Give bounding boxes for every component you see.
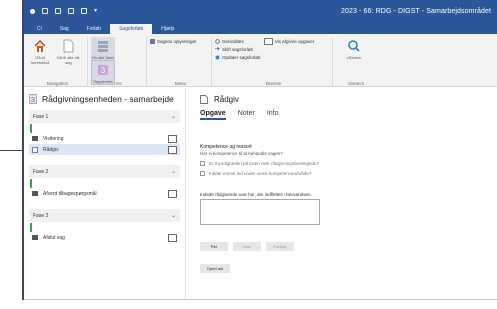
- opdater-button[interactable]: Opdater sagsforløb: [215, 53, 329, 61]
- tab-sag[interactable]: Sag: [51, 24, 78, 34]
- tab-cl[interactable]: Cl: [28, 24, 51, 34]
- document-icon: [64, 39, 74, 53]
- right-pane: Rådgiv Opgave Noter Info Kompetence og r…: [194, 88, 497, 299]
- task-raadgiv[interactable]: Rådgiv: [29, 144, 180, 155]
- chevron-down-icon: ⌄: [170, 114, 176, 120]
- list-icon[interactable]: [68, 8, 74, 14]
- instruction-text: Indsæt rådgivende svar her, der indflett…: [200, 192, 312, 197]
- chevron-down-icon: ⌄: [170, 169, 176, 175]
- screen: ▾ 2023 - 66: RDG - DIGST - Samarbejdsomr…: [0, 0, 497, 309]
- phase-accent: [30, 124, 32, 133]
- task-tabs: Opgave Noter Info: [194, 110, 497, 124]
- section-title: Kompetence og ressort: [200, 144, 252, 150]
- chevron-down-icon: ⌄: [170, 213, 176, 219]
- grid-icon[interactable]: [55, 8, 61, 14]
- ret-button[interactable]: Ret: [200, 242, 228, 251]
- group-csearch: cSearch cSearch: [336, 37, 376, 87]
- genindlaes-button[interactable]: Genindlæs Vis afgivne opgaver: [215, 37, 329, 45]
- tab-info[interactable]: Info: [267, 110, 279, 117]
- search-icon: [348, 40, 360, 52]
- answer-textarea[interactable]: [200, 199, 320, 225]
- task-afslut[interactable]: Afslut sag: [29, 232, 180, 243]
- phase-header[interactable]: Fase 1 ⌄: [29, 110, 180, 123]
- svg-text:3: 3: [31, 97, 35, 104]
- task-afvent[interactable]: Afvent tilbagespørgsmål: [29, 188, 180, 199]
- sagens-oplysninger-button[interactable]: Sagens oplysninger: [150, 37, 208, 45]
- group-navigation: Gå til forretsnivå Gå til alle ulf-sag N…: [28, 37, 88, 87]
- checkbox[interactable]: [200, 171, 205, 176]
- left-pane-header: 3 Rådgivningsenheden - samarbejde: [24, 88, 185, 110]
- process-icon: 3: [29, 94, 37, 104]
- refresh-icon: [215, 38, 220, 44]
- phase-2: Fase 2 ⌄ Afvent tilbagespørgsmål: [29, 165, 180, 199]
- phase-accent: [30, 223, 32, 232]
- task-checkbox[interactable]: [168, 134, 177, 143]
- tab-hjaelp[interactable]: Hjælp: [152, 24, 183, 34]
- checkbox-row-1[interactable]: Er myndigheden på listen over rådgivning…: [200, 161, 319, 166]
- quick-access-toolbar: ▾: [30, 8, 97, 14]
- vis-alle-button[interactable]: Vis alle faser: [91, 37, 115, 60]
- section-subtitle: Har vi kompetence til at behandle sagen?: [200, 151, 283, 156]
- task-icon: [32, 235, 38, 240]
- tab-forloeb[interactable]: Forløb: [78, 24, 110, 34]
- tab-noter[interactable]: Noter: [238, 110, 255, 117]
- left-pane: 3 Rådgivningsenheden - samarbejde Fase 1…: [24, 88, 186, 299]
- csearch-button[interactable]: cSearch: [336, 37, 372, 60]
- ribbon-tabs: Cl Sag Forløb Sagsforløb Hjælp: [24, 22, 497, 34]
- task-checkbox[interactable]: [168, 189, 177, 198]
- phase-header[interactable]: Fase 3 ⌄: [29, 209, 180, 222]
- switch-icon: [215, 46, 220, 51]
- checkbox-row-2[interactable]: Falder emnet ind under vores kompetenceo…: [200, 171, 311, 176]
- home-button[interactable]: Gå til forretsnivå: [28, 37, 52, 65]
- info-grid-icon: [150, 38, 155, 44]
- title-bar: ▾ 2023 - 66: RDG - DIGST - Samarbejdsomr…: [24, 0, 497, 22]
- customize-caret-icon[interactable]: ▾: [94, 8, 97, 14]
- ribbon: Gå til forretsnivå Gå til alle ulf-sag N…: [24, 34, 497, 87]
- vis-opgaver-checkbox[interactable]: [263, 37, 273, 45]
- window-title: 2023 - 66: RDG - DIGST - Samarbejdsområd…: [341, 7, 491, 15]
- workflow-icon: 3: [98, 65, 108, 75]
- svg-text:3: 3: [101, 66, 106, 75]
- tab-opgave[interactable]: Opgave: [200, 110, 226, 120]
- phase-accent: [30, 179, 32, 188]
- group-menu: Sagens oplysninger Menu: [150, 37, 212, 87]
- app-window: ▾ 2023 - 66: RDG - DIGST - Samarbejdsomr…: [24, 0, 497, 300]
- task-checkbox[interactable]: [168, 233, 177, 242]
- phases-icon: [98, 41, 108, 52]
- group-vis: Vis alle faser 3 Sagsforløb Vis: [91, 37, 147, 87]
- task-title: Rådgiv: [214, 94, 239, 104]
- undo-icon[interactable]: [81, 8, 87, 14]
- tab-sagsforloeb[interactable]: Sagsforløb: [110, 24, 153, 34]
- edit-button-row: Ret Gem Fortryd: [200, 242, 294, 251]
- skift-button[interactable]: Skift sagsforløb: [215, 45, 329, 53]
- opret-akt-button[interactable]: Opret akt: [200, 264, 230, 273]
- checkbox[interactable]: [200, 161, 205, 166]
- left-pane-title: Rådgivningsenheden - samarbejde: [42, 94, 174, 104]
- task-icon: [32, 136, 38, 141]
- task-checkbox[interactable]: [168, 145, 177, 154]
- phase-1: Fase 1 ⌄ Visitering Rådgiv: [29, 110, 180, 155]
- save-icon[interactable]: [42, 8, 48, 14]
- home-icon: [34, 40, 46, 52]
- app-icon: [30, 8, 35, 14]
- connector-line: [0, 150, 22, 151]
- up-button[interactable]: Gå til alle ulf-sag: [56, 37, 80, 65]
- group-diverse: Genindlæs Vis afgivne opgaver Skift sags…: [215, 37, 333, 87]
- task-icon: [32, 191, 38, 196]
- phase-3: Fase 3 ⌄ Afslut sag: [29, 209, 180, 243]
- phase-header[interactable]: Fase 2 ⌄: [29, 165, 180, 178]
- task-visitering[interactable]: Visitering: [29, 133, 180, 144]
- update-icon: [215, 55, 220, 59]
- gem-button[interactable]: Gem: [233, 242, 261, 251]
- document-icon: [32, 146, 38, 153]
- right-pane-header: Rådgiv: [194, 88, 497, 110]
- fortryd-button[interactable]: Fortryd: [266, 242, 294, 251]
- document-icon: [200, 94, 208, 104]
